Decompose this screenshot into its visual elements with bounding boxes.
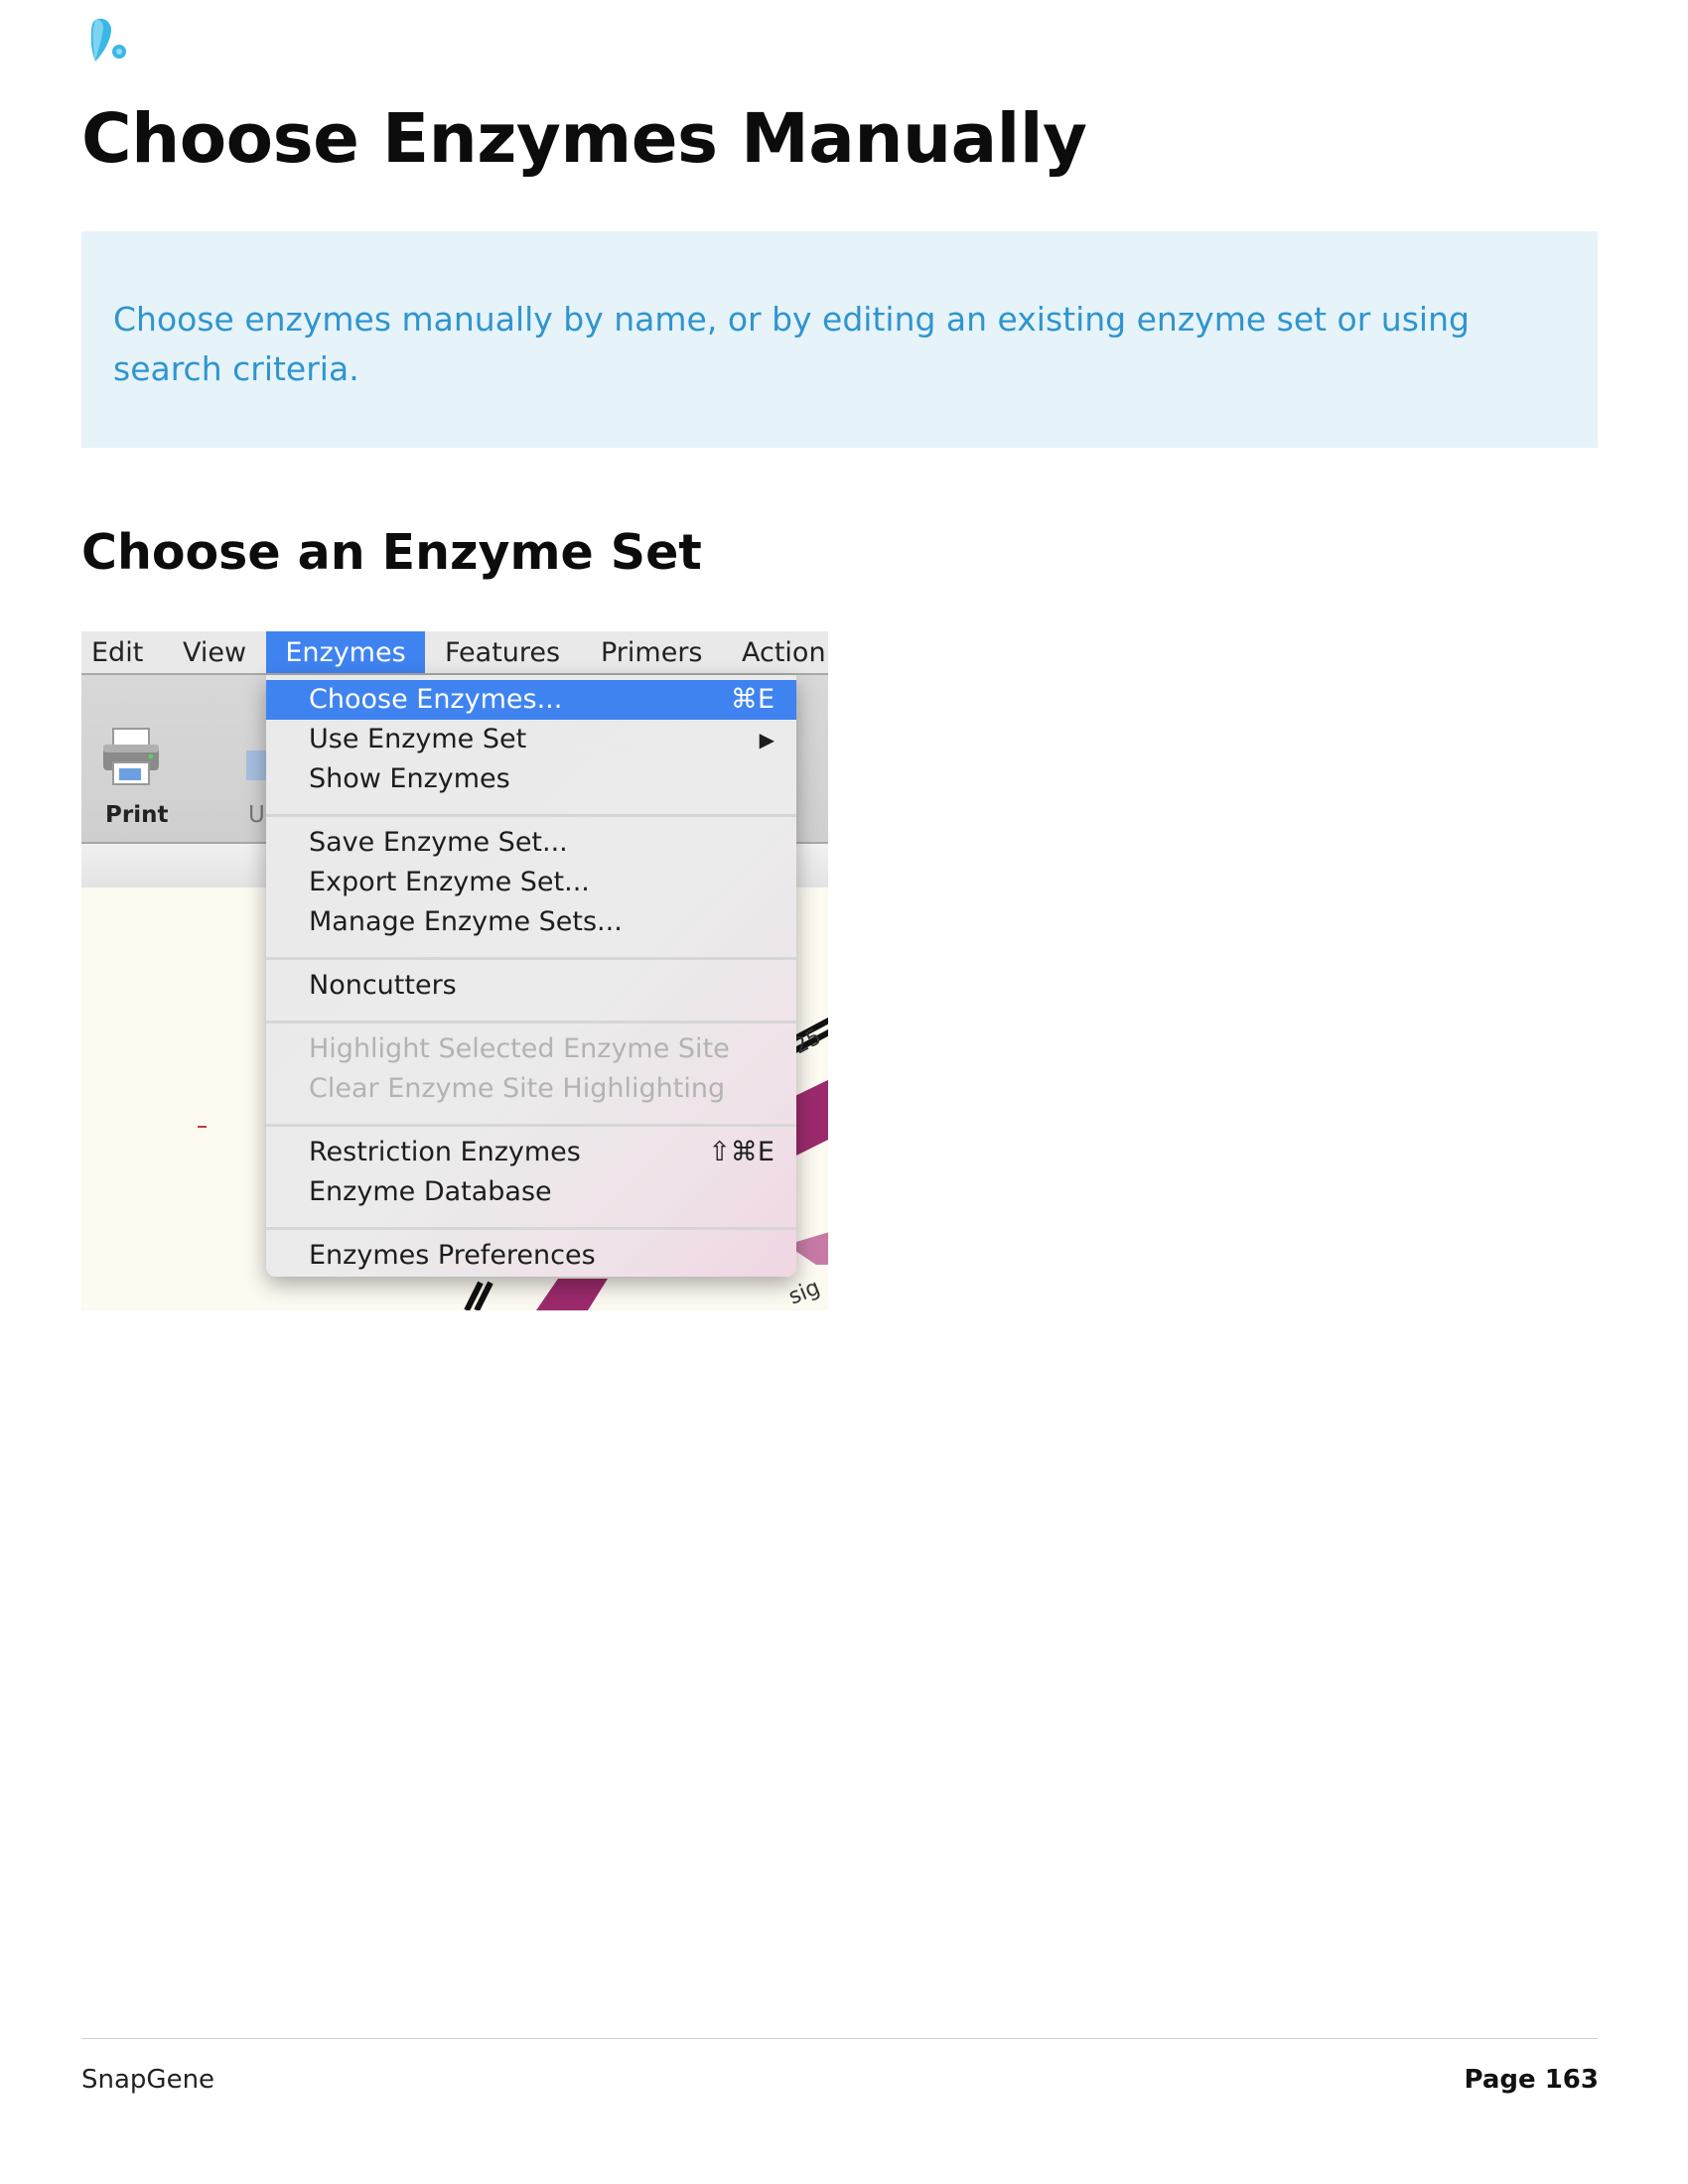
print-button-label[interactable]: Print (105, 802, 168, 828)
menu-item-enzymes-preferences[interactable]: Enzymes Preferences (266, 1236, 796, 1276)
page-title: Choose Enzymes Manually (81, 99, 1087, 179)
footer-divider (81, 2038, 1598, 2039)
menu-separator (266, 814, 796, 817)
enzymes-menu-screenshot: Edit View Enzymes Features Primers Actio… (81, 631, 828, 1310)
menu-item-enzyme-database[interactable]: Enzyme Database (266, 1172, 796, 1212)
shortcut-cmd-e: ⌘E (730, 684, 774, 715)
footer-brand: SnapGene (81, 2065, 215, 2095)
menu-separator (266, 1021, 796, 1024)
shortcut-shift-cmd-e: ⇧⌘E (708, 1137, 774, 1167)
menu-item-clear-enzyme-site-highlighting: Clear Enzyme Site Highlighting (309, 1073, 726, 1104)
menu-item-export-enzyme-set[interactable]: Export Enzyme Set... (266, 863, 796, 902)
section-heading: Choose an Enzyme Set (81, 524, 702, 581)
menu-features[interactable]: Features (445, 631, 560, 673)
menu-item-save-enzyme-set[interactable]: Save Enzyme Set... (266, 823, 796, 863)
menu-primers[interactable]: Primers (601, 631, 703, 673)
menu-view[interactable]: View (183, 631, 246, 673)
submenu-arrow-icon: ▶ (759, 728, 774, 751)
menu-separator (266, 1227, 796, 1230)
toolbar-secondary-label[interactable]: U (248, 802, 265, 828)
menu-item-show-enzymes[interactable]: Show Enzymes (266, 759, 796, 799)
menu-action[interactable]: Action (742, 631, 826, 673)
menu-edit[interactable]: Edit (91, 631, 143, 673)
intro-text: Choose enzymes manually by name, or by e… (113, 300, 1470, 388)
printer-icon[interactable] (99, 727, 163, 788)
intro-callout: Choose enzymes manually by name, or by e… (81, 231, 1598, 448)
menu-item-highlight-selected-enzyme-site: Highlight Selected Enzyme Site (309, 1033, 730, 1064)
map-marker (198, 1126, 207, 1128)
menu-item-noncutters[interactable]: Noncutters (266, 966, 796, 1006)
menu-item-manage-enzyme-sets[interactable]: Manage Enzyme Sets... (266, 902, 796, 942)
menu-separator (266, 957, 796, 960)
menu-separator (266, 1124, 796, 1127)
menu-enzymes[interactable]: Enzymes (266, 631, 425, 673)
menu-bar: Edit View Enzymes Features Primers Actio… (81, 631, 828, 675)
menu-item-choose-enzymes[interactable]: Choose Enzymes... ⌘E (266, 680, 796, 720)
page-number: Page 163 (1464, 2065, 1599, 2095)
snapgene-logo-icon (90, 18, 126, 63)
enzymes-dropdown-menu: Choose Enzymes... ⌘E Use Enzyme Set ▶ Sh… (266, 675, 796, 1277)
menu-item-use-enzyme-set[interactable]: Use Enzyme Set ▶ (266, 720, 796, 759)
menu-item-restriction-enzymes[interactable]: Restriction Enzymes ⇧⌘E (266, 1133, 796, 1172)
